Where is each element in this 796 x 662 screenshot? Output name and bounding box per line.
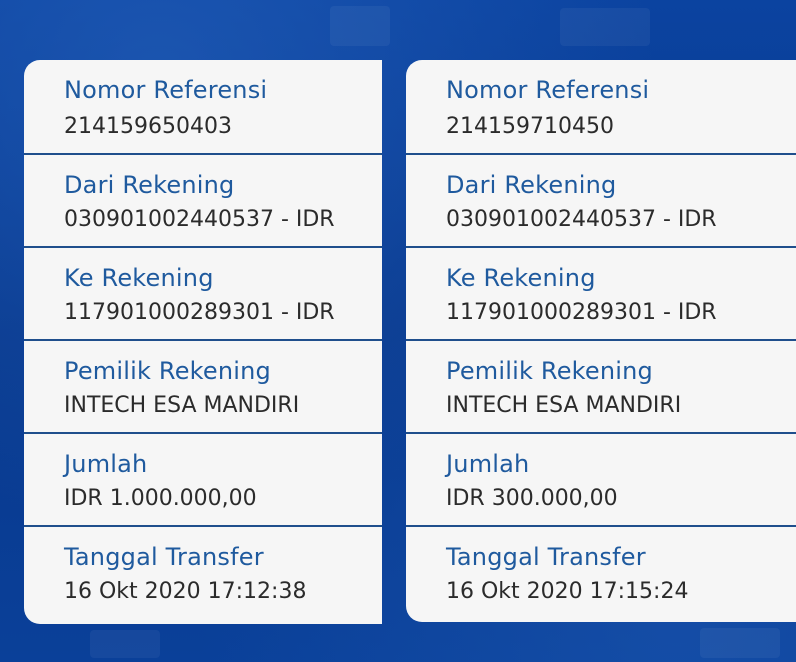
background-tile	[330, 6, 390, 46]
field-value: 117901000289301 - IDR	[64, 300, 335, 325]
field-label: Ke Rekening	[64, 264, 214, 292]
field-label: Jumlah	[64, 450, 148, 478]
field-reference-number: Nomor Referensi 214159650403	[24, 60, 382, 153]
field-account-owner: Pemilik Rekening INTECH ESA MANDIRI	[24, 339, 382, 432]
field-amount: Jumlah IDR 300.000,00	[406, 432, 796, 525]
field-value: INTECH ESA MANDIRI	[446, 393, 682, 418]
field-transfer-date: Tanggal Transfer 16 Okt 2020 17:15:24	[406, 525, 796, 618]
background-tile	[700, 628, 780, 658]
field-label: Pemilik Rekening	[446, 357, 653, 385]
field-value: IDR 1.000.000,00	[64, 486, 257, 511]
field-label: Jumlah	[446, 450, 530, 478]
receipt-card-1: Nomor Referensi 214159650403 Dari Rekeni…	[24, 60, 382, 624]
field-value: 030901002440537 - IDR	[64, 207, 335, 232]
field-value: 214159710450	[446, 114, 614, 139]
field-destination-account: Ke Rekening 117901000289301 - IDR	[406, 246, 796, 339]
field-label: Ke Rekening	[446, 264, 596, 292]
field-transfer-date: Tanggal Transfer 16 Okt 2020 17:12:38	[24, 525, 382, 618]
field-source-account: Dari Rekening 030901002440537 - IDR	[406, 153, 796, 246]
background-tile	[90, 630, 160, 658]
field-label: Tanggal Transfer	[446, 543, 646, 571]
field-label: Nomor Referensi	[446, 76, 650, 104]
receipt-card-2: Nomor Referensi 214159710450 Dari Rekeni…	[406, 60, 796, 622]
field-value: 030901002440537 - IDR	[446, 207, 717, 232]
field-label: Dari Rekening	[64, 171, 235, 199]
field-label: Pemilik Rekening	[64, 357, 271, 385]
field-label: Dari Rekening	[446, 171, 617, 199]
field-value: 16 Okt 2020 17:15:24	[446, 579, 689, 604]
field-value: 16 Okt 2020 17:12:38	[64, 579, 307, 604]
field-label: Nomor Referensi	[64, 76, 268, 104]
field-amount: Jumlah IDR 1.000.000,00	[24, 432, 382, 525]
field-value: 117901000289301 - IDR	[446, 300, 717, 325]
field-destination-account: Ke Rekening 117901000289301 - IDR	[24, 246, 382, 339]
field-value: INTECH ESA MANDIRI	[64, 393, 300, 418]
background-tile	[560, 8, 650, 46]
field-source-account: Dari Rekening 030901002440537 - IDR	[24, 153, 382, 246]
field-value: 214159650403	[64, 114, 232, 139]
field-label: Tanggal Transfer	[64, 543, 264, 571]
field-reference-number: Nomor Referensi 214159710450	[406, 60, 796, 153]
field-account-owner: Pemilik Rekening INTECH ESA MANDIRI	[406, 339, 796, 432]
field-value: IDR 300.000,00	[446, 486, 618, 511]
